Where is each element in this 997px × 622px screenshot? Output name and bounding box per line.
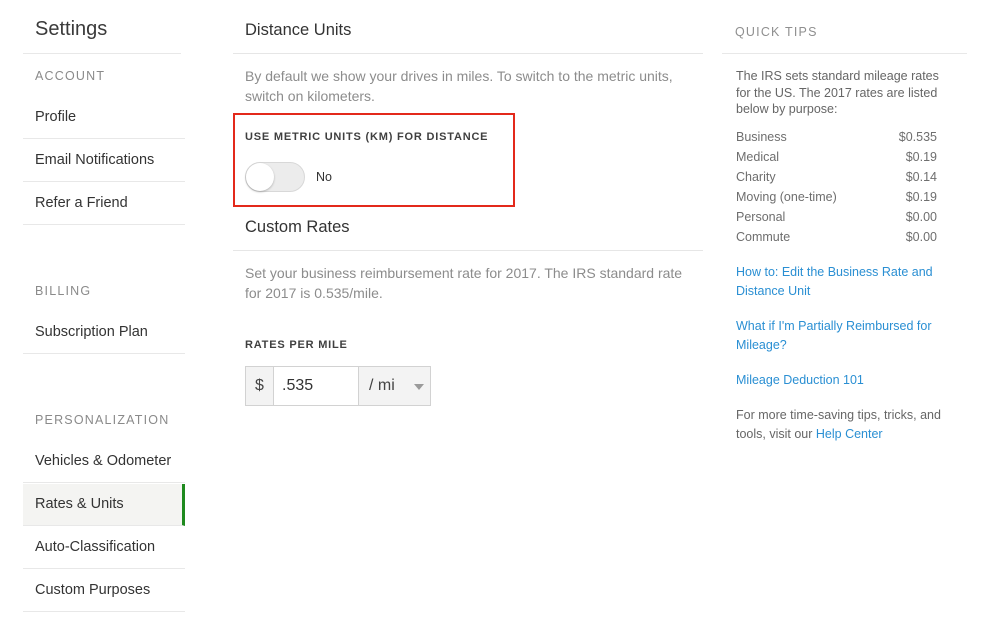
rate-value: $0.00 (905, 210, 937, 224)
sidebar-item-label: Custom Purposes (35, 582, 151, 598)
section-divider (233, 53, 703, 54)
rate-value: $0.19 (905, 190, 937, 204)
rate-purpose: Business (736, 130, 787, 144)
rate-purpose: Charity (736, 170, 776, 184)
sidebar-divider (23, 53, 181, 54)
chevron-down-icon (414, 384, 424, 390)
distance-units-description: By default we show your drives in miles.… (245, 68, 673, 104)
rate-value: $0.19 (905, 150, 937, 164)
rate-row: Commute $0.00 (736, 230, 937, 250)
section-label-account: ACCOUNT (35, 69, 106, 83)
sidebar-item-label: Subscription Plan (35, 324, 148, 340)
custom-rates-description: Set your business reimbursement rate for… (245, 265, 683, 301)
sidebar-item-label: Vehicles & Odometer (35, 453, 172, 469)
sidebar-item-label: Auto-Classification (35, 539, 156, 555)
sidebar-item-profile[interactable]: Profile (23, 97, 185, 139)
sidebar-item-auto-classification[interactable]: Auto-Classification (23, 527, 185, 569)
currency-prefix: $ (245, 366, 274, 406)
tips-divider (722, 53, 967, 54)
rate-purpose: Moving (one-time) (736, 190, 837, 204)
rate-row: Charity $0.14 (736, 170, 937, 190)
rate-purpose: Commute (736, 230, 791, 244)
rate-row: Medical $0.19 (736, 150, 937, 170)
rate-row: Moving (one-time) $0.19 (736, 190, 937, 210)
rates-per-mile-label: RATES PER MILE (245, 339, 348, 351)
section-divider (233, 250, 703, 251)
rate-purpose: Personal (736, 210, 786, 224)
tips-footer: For more time-saving tips, tricks, and t… (736, 406, 956, 444)
sidebar-item-label: Rates & Units (35, 496, 124, 512)
sidebar-item-label: Profile (35, 109, 77, 125)
help-center-link[interactable]: Help Center (816, 427, 883, 441)
sidebar-item-email-notifications[interactable]: Email Notifications (23, 140, 185, 182)
highlight-box (233, 113, 515, 207)
rate-value: $0.00 (905, 230, 937, 244)
rate-purpose: Medical (736, 150, 780, 164)
sidebar-item-label: Refer a Friend (35, 195, 128, 211)
metric-units-toggle[interactable] (245, 162, 305, 192)
rate-value: $0.14 (905, 170, 937, 184)
tips-intro: The IRS sets standard mileage rates for … (736, 69, 939, 116)
unit-select-value: / mi (369, 377, 395, 394)
sidebar-title: Settings (35, 18, 108, 40)
settings-page: Settings ACCOUNT Profile Email Notificat… (0, 0, 997, 622)
sidebar-item-custom-purposes[interactable]: Custom Purposes (23, 570, 185, 612)
tip-link-mileage-deduction[interactable]: Mileage Deduction 101 (736, 371, 951, 390)
sidebar-item-rates-units[interactable]: Rates & Units (23, 484, 185, 526)
rate-input-group: $ / mi (245, 366, 431, 406)
tip-link-partial-reimbursement[interactable]: What if I'm Partially Reimbursed for Mil… (736, 317, 951, 355)
toggle-state-text: No (316, 170, 332, 184)
rate-value: $0.535 (898, 130, 937, 144)
metric-units-label: USE METRIC UNITS (KM) FOR DISTANCE (245, 131, 489, 143)
sidebar-item-label: Email Notifications (35, 152, 155, 168)
section-label-billing: BILLING (35, 284, 92, 298)
quick-tips-title: QUICK TIPS (735, 25, 818, 39)
rate-row: Personal $0.00 (736, 210, 937, 230)
tip-link-edit-rate[interactable]: How to: Edit the Business Rate and Dista… (736, 263, 951, 301)
unit-select[interactable]: / mi (358, 366, 431, 406)
toggle-knob (246, 163, 274, 191)
sidebar-item-vehicles-odometer[interactable]: Vehicles & Odometer (23, 441, 185, 483)
section-label-personalization: PERSONALIZATION (35, 413, 170, 427)
distance-units-heading: Distance Units (245, 21, 352, 39)
rate-input[interactable] (274, 366, 358, 406)
sidebar-item-refer-a-friend[interactable]: Refer a Friend (23, 183, 185, 225)
custom-rates-heading: Custom Rates (245, 218, 350, 236)
sidebar-item-subscription-plan[interactable]: Subscription Plan (23, 312, 185, 354)
rate-row: Business $0.535 (736, 130, 937, 150)
